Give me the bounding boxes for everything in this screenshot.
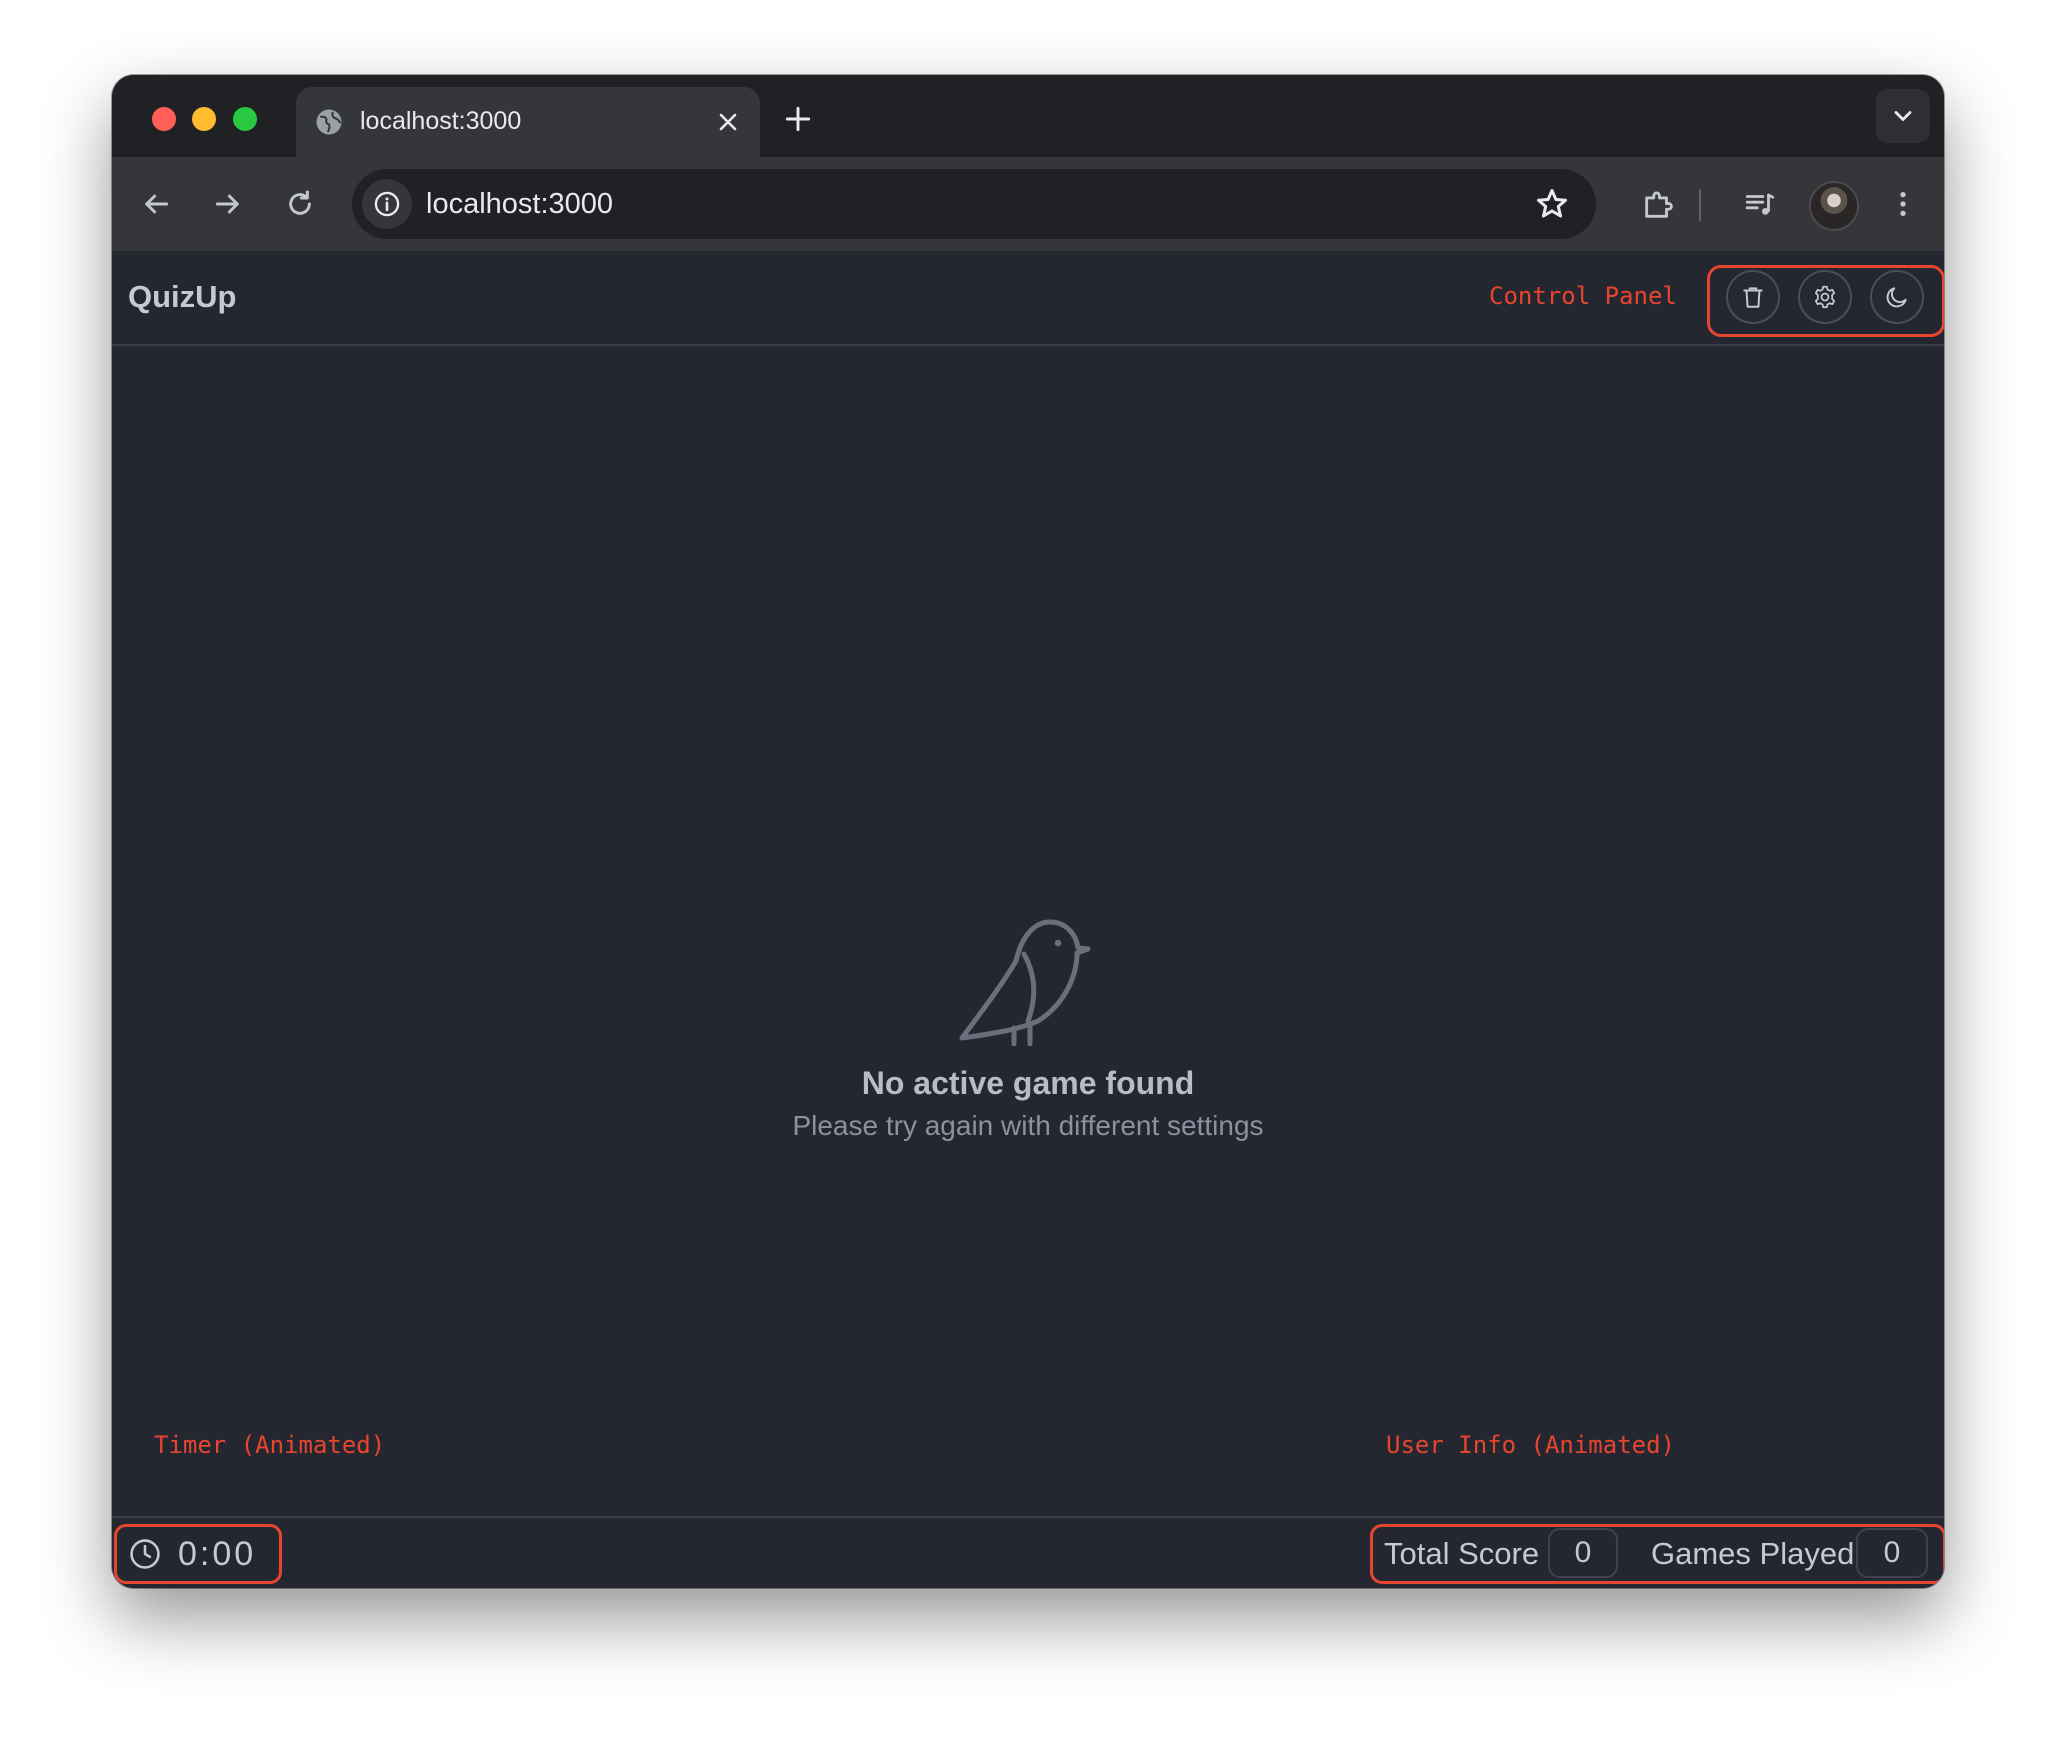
- arrow-left-icon: [145, 194, 169, 214]
- timer-annotation: Timer (Animated): [154, 1431, 386, 1459]
- browser-toolbar: localhost:3000: [112, 157, 1944, 252]
- bird-icon: [959, 919, 1091, 1046]
- close-tab-icon[interactable]: [714, 108, 742, 136]
- app-header: QuizUp Control Panel: [112, 251, 1944, 346]
- maximize-window-button[interactable]: [233, 107, 257, 131]
- user-info-annotation: User Info (Animated): [1386, 1431, 1675, 1459]
- total-score-value: 0: [1548, 1528, 1618, 1578]
- forward-button[interactable]: [204, 180, 252, 228]
- games-played-label: Games Played: [1651, 1536, 1855, 1571]
- chevron-down-icon: [1894, 111, 1912, 121]
- arrow-right-icon: [215, 194, 239, 214]
- extensions-button[interactable]: [1633, 180, 1681, 228]
- info-icon: [374, 191, 400, 217]
- minimize-window-button[interactable]: [192, 107, 216, 131]
- control-panel-annotation: Control Panel: [1489, 282, 1677, 310]
- empty-state-subtitle: Please try again with different settings: [792, 1110, 1264, 1141]
- moon-icon: [1886, 287, 1907, 308]
- gear-icon: [1814, 285, 1836, 309]
- games-played-value: 0: [1856, 1528, 1928, 1578]
- tab-strip: localhost:3000: [112, 75, 1944, 157]
- close-window-button[interactable]: [152, 107, 176, 131]
- media-queue-icon: [1745, 193, 1775, 215]
- theme-toggle-button[interactable]: [1870, 270, 1924, 324]
- reload-icon: [289, 190, 311, 215]
- bookmark-star-icon[interactable]: [1534, 186, 1570, 222]
- profile-avatar[interactable]: [1809, 181, 1859, 231]
- footer-bar: 0:00 Total Score 0 Games Played 0: [112, 1516, 1944, 1588]
- tab-search-button[interactable]: [1876, 89, 1930, 143]
- site-info-button[interactable]: [362, 179, 412, 229]
- globe-icon: [316, 109, 342, 135]
- main-content: No active game found Please try again wi…: [112, 346, 1944, 1516]
- tab-title: localhost:3000: [360, 107, 522, 135]
- delete-button[interactable]: [1726, 270, 1780, 324]
- url-text: localhost:3000: [426, 188, 614, 220]
- new-tab-icon[interactable]: [782, 103, 814, 135]
- toolbar-divider: [1699, 189, 1701, 221]
- total-score-label: Total Score: [1384, 1536, 1540, 1571]
- app-brand[interactable]: QuizUp: [128, 277, 237, 317]
- puzzle-icon: [1645, 191, 1673, 218]
- reload-button[interactable]: [276, 180, 324, 228]
- clock-icon: [130, 1539, 160, 1569]
- trash-icon: [1743, 287, 1763, 308]
- empty-state-title: No active game found: [861, 1065, 1195, 1101]
- media-controls-button[interactable]: [1735, 180, 1783, 228]
- address-bar[interactable]: localhost:3000: [352, 169, 1596, 239]
- browser-menu-button[interactable]: [1879, 180, 1927, 228]
- timer-value: 0:00: [178, 1535, 257, 1573]
- browser-window: localhost:3000 localhost:3000 QuizUp Con…: [112, 75, 1944, 1588]
- browser-tab[interactable]: localhost:3000: [296, 87, 760, 157]
- settings-button[interactable]: [1798, 270, 1852, 324]
- back-button[interactable]: [132, 180, 180, 228]
- kebab-menu-icon: [1900, 192, 1906, 216]
